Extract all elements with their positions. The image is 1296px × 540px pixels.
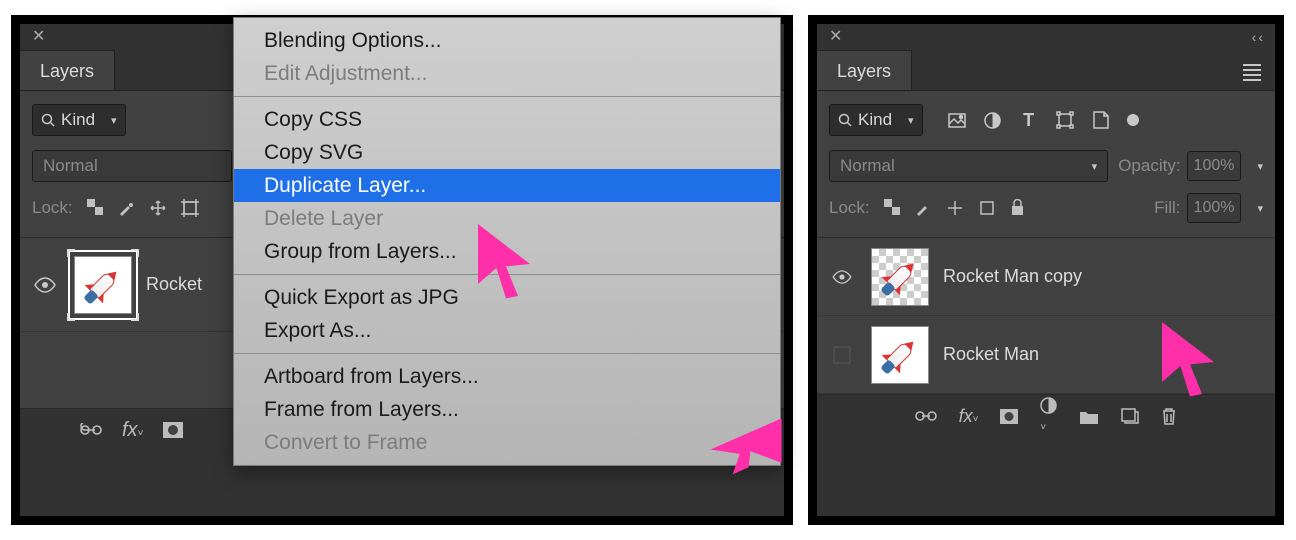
visibility-toggle[interactable] — [827, 345, 857, 365]
lock-icons — [884, 199, 1025, 217]
layer-row[interactable]: Rocket Man copy — [817, 238, 1275, 316]
fx-icon[interactable]: fx˅ — [959, 406, 979, 427]
menu-item: Edit Adjustment... — [234, 57, 780, 90]
lock-brush-icon[interactable] — [117, 199, 135, 217]
menu-item[interactable]: Duplicate Layer... — [234, 169, 780, 202]
screenshot-right: ✕ ‹‹ Layers Kind ▾ T — [808, 15, 1284, 525]
chevron-down-icon: ▾ — [1092, 160, 1098, 173]
layer-name-label[interactable]: Rocket — [146, 274, 202, 295]
fill-value[interactable]: 100% — [1187, 193, 1242, 223]
fill-control[interactable]: Fill: 100% ▾ — [1154, 193, 1263, 223]
search-icon — [41, 113, 55, 127]
blend-mode-select[interactable]: Normal — [32, 150, 232, 182]
fill-label: Fill: — [1154, 198, 1180, 218]
lock-all-icon[interactable] — [1010, 199, 1025, 217]
opacity-value[interactable]: 100% — [1187, 151, 1242, 181]
opacity-control[interactable]: Opacity: 100% ▾ — [1118, 151, 1263, 181]
lock-label: Lock: — [829, 198, 870, 218]
layer-mask-icon[interactable] — [163, 422, 183, 438]
fx-icon[interactable]: fx˅ — [122, 419, 143, 442]
lock-transparent-icon[interactable] — [87, 199, 103, 217]
panel-topbar: ✕ ‹‹ — [817, 24, 1275, 50]
panel-controls: Kind ▾ T Normal ▾ Opacity: — [817, 90, 1275, 237]
lock-row: Lock: Fill: 100% ▾ — [829, 193, 1263, 223]
filter-kind-label: Kind — [858, 110, 892, 130]
chevron-down-icon[interactable]: ▾ — [1257, 160, 1263, 173]
lock-move-icon[interactable] — [149, 199, 167, 217]
menu-item[interactable]: Copy SVG — [234, 136, 780, 169]
filter-row: Kind ▾ T — [829, 103, 1263, 137]
blend-mode-label: Normal — [43, 156, 98, 176]
layer-name-label[interactable]: Rocket Man — [943, 344, 1039, 365]
menu-item[interactable]: Copy CSS — [234, 103, 780, 136]
collapse-icon[interactable]: ‹‹ — [1252, 29, 1265, 45]
menu-item[interactable]: Artboard from Layers... — [234, 360, 780, 393]
layer-thumbnail[interactable] — [74, 256, 132, 314]
menu-separator — [234, 353, 780, 354]
tab-layers[interactable]: Layers — [817, 50, 912, 90]
blend-mode-select[interactable]: Normal ▾ — [829, 150, 1108, 182]
annotation-cursor-3 — [1150, 318, 1230, 398]
filter-shape-icon[interactable] — [1055, 110, 1075, 130]
filter-kind-select[interactable]: Kind ▾ — [32, 104, 126, 136]
search-icon — [838, 113, 852, 127]
menu-item: Convert to Frame — [234, 426, 780, 459]
adjustment-layer-icon[interactable]: ˅ — [1040, 397, 1057, 435]
link-layers-icon[interactable] — [80, 423, 102, 437]
lock-transparent-icon[interactable] — [884, 199, 900, 217]
lock-label: Lock: — [32, 198, 73, 218]
menu-separator — [234, 96, 780, 97]
layer-name-label[interactable]: Rocket Man copy — [943, 266, 1082, 287]
visibility-toggle[interactable] — [827, 270, 857, 284]
layer-thumbnail[interactable] — [871, 248, 929, 306]
close-icon[interactable]: ✕ — [829, 29, 842, 45]
lock-icons — [87, 199, 199, 217]
filter-smartobject-icon[interactable] — [1091, 110, 1111, 130]
eye-icon — [832, 270, 852, 284]
filter-adjustment-icon[interactable] — [983, 110, 1003, 130]
menu-item[interactable]: Blending Options... — [234, 24, 780, 57]
layer-thumbnail[interactable] — [871, 326, 929, 384]
link-layers-icon[interactable] — [915, 410, 937, 422]
chevron-down-icon: ▾ — [111, 114, 117, 127]
visibility-toggle[interactable] — [30, 277, 60, 293]
menu-item[interactable]: Frame from Layers... — [234, 393, 780, 426]
new-layer-icon[interactable] — [1121, 408, 1139, 424]
chevron-down-icon: ▾ — [908, 114, 914, 127]
layer-mask-icon[interactable] — [1000, 409, 1018, 424]
lock-move-icon[interactable] — [946, 199, 964, 217]
eye-icon — [34, 277, 56, 293]
group-icon[interactable] — [1079, 409, 1099, 424]
filter-pixel-icon[interactable] — [947, 110, 967, 130]
filter-text-icon[interactable]: T — [1019, 110, 1039, 130]
blend-row: Normal ▾ Opacity: 100% ▾ — [829, 149, 1263, 183]
chevron-down-icon[interactable]: ▾ — [1257, 202, 1263, 215]
filter-toggle[interactable] — [1127, 114, 1139, 126]
filter-kind-select[interactable]: Kind ▾ — [829, 104, 923, 136]
lock-artboard-icon[interactable] — [181, 199, 199, 217]
lock-brush-icon[interactable] — [914, 199, 932, 217]
layers-panel-right: ✕ ‹‹ Layers Kind ▾ T — [816, 23, 1276, 517]
lock-artboard-icon[interactable] — [978, 199, 996, 217]
tab-layers[interactable]: Layers — [20, 50, 115, 90]
close-icon[interactable]: ✕ — [32, 29, 45, 45]
trash-icon[interactable] — [1161, 407, 1177, 425]
filter-kind-label: Kind — [61, 110, 95, 130]
blend-mode-label: Normal — [840, 156, 895, 176]
tab-row: Layers — [817, 50, 1275, 90]
annotation-cursor-1 — [466, 220, 546, 300]
annotation-cursor-2 — [706, 405, 786, 485]
panel-bottom-toolbar: fx˅ ˅ — [817, 395, 1275, 437]
filter-type-icons: T — [947, 110, 1139, 130]
panel-menu-icon[interactable] — [1243, 64, 1261, 76]
menu-item[interactable]: Export As... — [234, 314, 780, 347]
visibility-empty-icon — [832, 345, 852, 365]
opacity-label: Opacity: — [1118, 156, 1180, 176]
